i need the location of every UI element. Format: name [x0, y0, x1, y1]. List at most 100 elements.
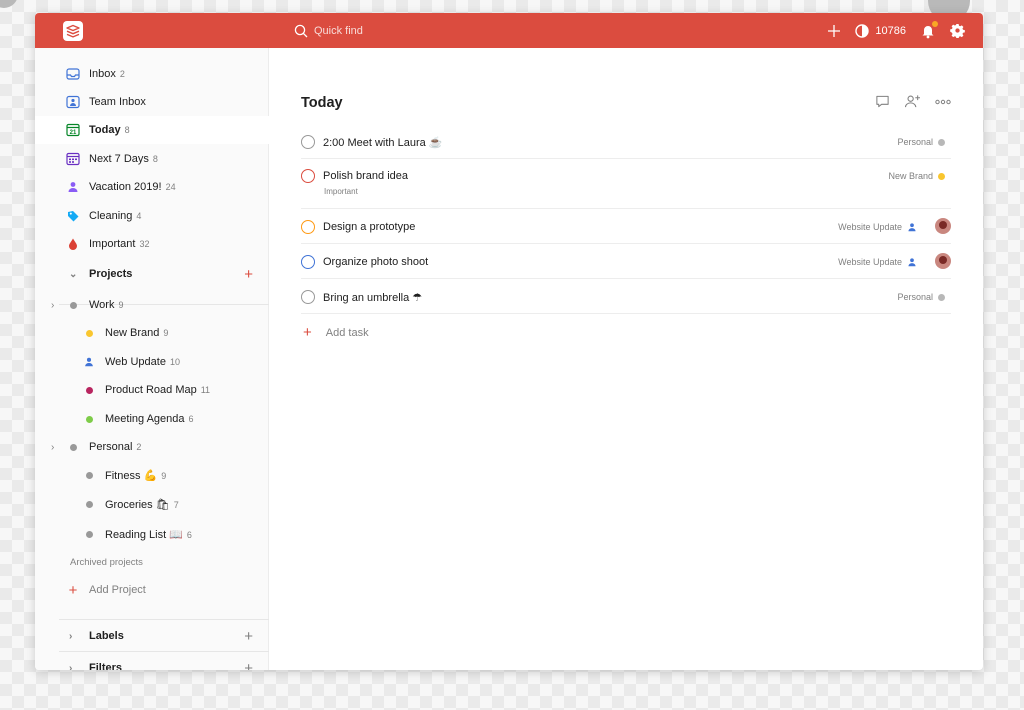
notifications-button[interactable]	[920, 20, 938, 39]
project-label: Reading List 📖	[105, 528, 183, 541]
search-placeholder: Quick find	[314, 25, 363, 37]
archived-projects-link[interactable]: Archived projects	[35, 548, 269, 576]
project-label: Web Update	[105, 356, 166, 368]
sidebar-item-today[interactable]: 21 Today 8	[35, 116, 269, 144]
project-label: Product Road Map	[105, 384, 197, 396]
project-color-dot	[81, 411, 97, 427]
add-task-button[interactable]: + Add task	[303, 324, 369, 341]
project-item-work[interactable]: › Work 9	[35, 291, 269, 319]
comment-icon[interactable]	[875, 94, 890, 109]
task-label: Important	[324, 187, 358, 196]
filters-section-header[interactable]: › Filters +	[35, 654, 269, 671]
task-checkbox[interactable]	[301, 290, 315, 304]
project-item-product-road-map[interactable]: Product Road Map 11	[35, 376, 269, 404]
task-checkbox[interactable]	[301, 255, 315, 269]
project-item-reading-list[interactable]: Reading List 📖 6	[35, 520, 269, 548]
project-item-personal[interactable]: › Personal 2	[35, 433, 269, 461]
task-item[interactable]: Design a prototype Website Update	[301, 209, 951, 244]
sidebar-item-count: 4	[136, 211, 142, 221]
share-person-add-icon[interactable]	[904, 94, 921, 109]
task-item[interactable]: Bring an umbrella ☂ Personal	[301, 279, 951, 314]
sidebar-item-next-7-days[interactable]: Next 7 Days 8	[35, 145, 269, 173]
add-project-plus-icon[interactable]: +	[244, 267, 253, 282]
page-title: Today	[301, 95, 343, 111]
chevron-down-icon: ⌄	[69, 268, 78, 280]
karma-score: 10786	[875, 24, 906, 37]
add-filter-plus-icon[interactable]: +	[244, 661, 253, 671]
project-item-meeting-agenda[interactable]: Meeting Agenda 6	[35, 405, 269, 433]
assignee-avatar[interactable]	[935, 218, 951, 234]
project-count: 10	[169, 357, 180, 367]
project-label: Groceries 🛍	[105, 498, 170, 511]
task-item[interactable]: Polish brand idea Important New Brand	[301, 159, 951, 209]
filters-section-label: Filters	[89, 662, 123, 670]
sidebar-item-count: 8	[152, 154, 158, 164]
projects-section-label: Projects	[89, 268, 133, 280]
svg-text:21: 21	[70, 130, 77, 136]
chevron-right-icon: ›	[69, 630, 73, 642]
task-project[interactable]: Personal	[897, 292, 945, 302]
calendar-week-icon	[65, 151, 81, 167]
project-label: Work	[89, 299, 115, 311]
sidebar-item-cleaning[interactable]: Cleaning 4	[35, 202, 269, 230]
add-project-button[interactable]: + Add Project	[35, 576, 269, 604]
task-name: Polish brand idea	[323, 170, 409, 182]
add-label-plus-icon[interactable]: +	[244, 629, 253, 644]
more-options-icon[interactable]	[935, 99, 951, 105]
task-item[interactable]: Organize photo shoot Website Update	[301, 244, 951, 279]
add-icon[interactable]	[827, 24, 841, 38]
project-label: Fitness 💪	[105, 469, 158, 482]
project-item-new-brand[interactable]: New Brand 9	[35, 319, 269, 347]
project-color-dot	[81, 526, 97, 542]
sidebar-item-team-inbox[interactable]: Team Inbox	[35, 88, 269, 116]
task-project-label: New Brand	[888, 171, 933, 181]
person-icon	[908, 258, 916, 267]
todoist-logo-icon[interactable]	[63, 21, 83, 41]
sidebar-item-label: Cleaning	[89, 210, 133, 222]
labels-section-header[interactable]: › Labels +	[35, 622, 269, 650]
task-project-label: Website Update	[838, 257, 902, 267]
sidebar: Inbox 2 Team Inbox 21 Today 8 Next 7 Days 8	[35, 48, 269, 670]
archived-projects-label: Archived projects	[70, 556, 143, 568]
task-name: Design a prototype	[323, 221, 416, 233]
project-count: 9	[161, 470, 167, 481]
inbox-icon	[65, 66, 81, 82]
gear-icon[interactable]	[950, 23, 965, 38]
top-bar: Quick find 10786	[35, 13, 983, 48]
projects-section-header[interactable]: ⌄ Projects +	[35, 260, 269, 288]
task-project[interactable]: Personal	[897, 137, 945, 147]
task-project[interactable]: Website Update	[838, 257, 917, 267]
plus-icon: +	[303, 324, 312, 341]
karma-button[interactable]: 10786	[855, 23, 906, 38]
labels-section-label: Labels	[89, 630, 124, 642]
project-label: New Brand	[105, 327, 160, 339]
project-item-fitness[interactable]: Fitness 💪 9	[35, 461, 269, 489]
project-color-dot	[938, 172, 945, 180]
search-icon	[294, 24, 308, 38]
chevron-right-icon[interactable]: ›	[51, 442, 54, 453]
project-count: 9	[118, 300, 124, 310]
search-input[interactable]: Quick find	[294, 20, 544, 42]
project-item-groceries[interactable]: Groceries 🛍 7	[35, 490, 269, 518]
task-checkbox[interactable]	[301, 220, 315, 234]
sidebar-item-vacation[interactable]: Vacation 2019! 24	[35, 173, 269, 201]
chevron-right-icon: ›	[69, 662, 73, 671]
chevron-right-icon[interactable]: ›	[51, 300, 54, 311]
corner-decoration-left	[0, 0, 18, 8]
divider	[59, 619, 269, 620]
task-item[interactable]: 2:00 Meet with Laura ☕ Personal	[301, 124, 951, 159]
project-color-dot	[65, 439, 81, 455]
sidebar-item-important[interactable]: Important 32	[35, 230, 269, 258]
task-checkbox[interactable]	[301, 135, 315, 149]
task-checkbox[interactable]	[301, 169, 315, 183]
project-color-dot	[81, 325, 97, 341]
assignee-avatar[interactable]	[935, 253, 951, 269]
task-project[interactable]: Website Update	[838, 222, 917, 232]
sidebar-item-inbox[interactable]: Inbox 2	[35, 60, 269, 88]
project-item-web-update[interactable]: Web Update 10	[35, 348, 269, 376]
divider	[59, 651, 269, 652]
person-icon	[908, 223, 916, 232]
task-project[interactable]: New Brand	[888, 171, 945, 181]
task-project-label: Personal	[897, 137, 933, 147]
plus-icon: +	[68, 581, 78, 599]
